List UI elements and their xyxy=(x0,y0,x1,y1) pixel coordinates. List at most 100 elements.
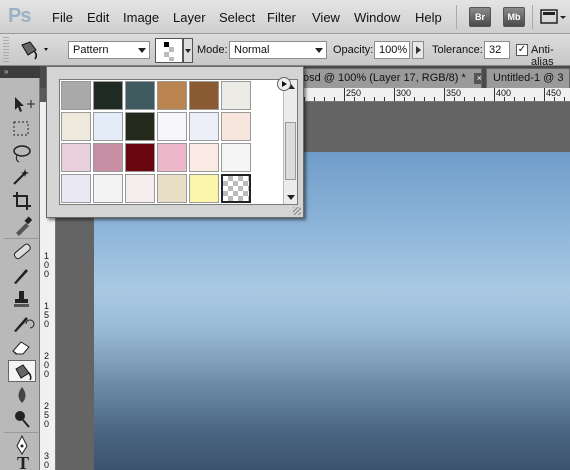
crop-tool-icon[interactable] xyxy=(8,190,36,212)
ruler-tick xyxy=(314,97,315,101)
ruler-tick xyxy=(324,97,325,101)
dark-green-rock-pattern[interactable] xyxy=(93,81,123,110)
beige-canvas-pattern[interactable] xyxy=(61,112,91,141)
healing-brush-tool-icon[interactable] xyxy=(8,240,36,262)
tolerance-label: Tolerance: xyxy=(432,44,483,56)
view-extras-icon[interactable] xyxy=(540,8,566,26)
pale-yellow-pattern[interactable] xyxy=(189,174,219,203)
menu-image[interactable]: Image xyxy=(123,10,159,25)
menu-select[interactable]: Select xyxy=(219,10,255,25)
blush-white-pattern[interactable] xyxy=(125,174,155,203)
gray-pinstripe-pattern[interactable] xyxy=(61,81,91,110)
dodge-tool-icon[interactable] xyxy=(8,408,36,430)
toolbox-collapse-icon[interactable]: » xyxy=(0,66,40,78)
checker-pattern-icon xyxy=(164,42,174,61)
ruler-tick xyxy=(564,97,565,101)
menu-edit[interactable]: Edit xyxy=(87,10,109,25)
pattern-swatch[interactable] xyxy=(155,38,183,63)
quick-selection-tool-icon[interactable] xyxy=(8,166,36,188)
toolbox-separator xyxy=(4,238,38,239)
opacity-input[interactable]: 100% xyxy=(374,41,410,59)
ruler-tick xyxy=(514,97,515,101)
ruler-label: 350 xyxy=(446,88,462,98)
blur-tool-icon[interactable] xyxy=(8,384,36,406)
picker-menu-button[interactable] xyxy=(277,77,291,91)
slate-texture-pattern[interactable] xyxy=(125,81,155,110)
brush-tool-icon[interactable] xyxy=(8,264,36,286)
white-crumpled-paper-pattern[interactable] xyxy=(221,81,251,110)
mode-value: Normal xyxy=(234,44,270,56)
ruler-label: 1 5 0 xyxy=(44,301,50,329)
paint-bucket-tool-icon[interactable] xyxy=(8,360,36,382)
pattern-scrollbar[interactable] xyxy=(283,80,297,204)
launch-mini-bridge-button[interactable]: Mb xyxy=(503,7,525,27)
opacity-slider-button[interactable] xyxy=(412,41,424,59)
type-tool-icon[interactable]: T xyxy=(8,450,36,470)
ruler-tick xyxy=(524,97,525,101)
rose-stripe-pattern[interactable] xyxy=(157,143,187,172)
cream-paper-pattern[interactable] xyxy=(189,143,219,172)
mode-select[interactable]: Normal xyxy=(229,41,327,59)
ruler-tick xyxy=(424,97,425,101)
checker-transparent-pattern[interactable] xyxy=(221,174,251,203)
menu-separator xyxy=(456,5,457,29)
ruler-tick xyxy=(384,97,385,101)
menu-view[interactable]: View xyxy=(312,10,340,25)
tan-leather-pattern[interactable] xyxy=(157,81,187,110)
dark-olive-pattern[interactable] xyxy=(125,112,155,141)
menu-file[interactable]: File xyxy=(52,10,73,25)
ruler-label: 2 5 0 xyxy=(44,401,50,429)
white-pattern[interactable] xyxy=(221,143,251,172)
pale-lavender-pattern[interactable] xyxy=(189,112,219,141)
light-blue-paper-pattern[interactable] xyxy=(93,112,123,141)
fill-source-select[interactable]: Pattern xyxy=(68,41,150,59)
tool-preset-picker[interactable] xyxy=(14,39,54,61)
tab-document-untitled[interactable]: Untitled-1 @ 3 xyxy=(486,68,570,88)
pink-paper-pattern[interactable] xyxy=(61,143,91,172)
ruler-tick xyxy=(554,97,555,101)
menu-filter[interactable]: Filter xyxy=(267,10,296,25)
snow-white-pattern[interactable] xyxy=(93,174,123,203)
ruler-label: 1 0 0 xyxy=(44,251,50,279)
move-tool-icon[interactable] xyxy=(8,94,36,116)
peach-paper-pattern[interactable] xyxy=(221,112,251,141)
scroll-down-icon[interactable] xyxy=(287,195,295,200)
pattern-grid xyxy=(59,79,298,205)
antialias-checkbox[interactable]: ✓ xyxy=(516,44,528,56)
scroll-thumb[interactable] xyxy=(285,122,296,180)
lilac-paper-pattern[interactable] xyxy=(61,174,91,203)
fill-source-value: Pattern xyxy=(73,44,109,56)
history-brush-tool-icon[interactable] xyxy=(8,312,36,334)
white-fibers-pattern[interactable] xyxy=(157,112,187,141)
resize-grip-icon[interactable] xyxy=(293,207,301,215)
pattern-picker-popup xyxy=(46,66,304,218)
menu-layer[interactable]: Layer xyxy=(173,10,206,25)
tab-document-active[interactable]: osd @ 100% (Layer 17, RGB/8) * × xyxy=(296,68,482,88)
ruler-label: 250 xyxy=(346,88,362,98)
options-bar-gripper[interactable] xyxy=(3,37,9,63)
lasso-tool-icon[interactable] xyxy=(8,142,36,164)
parchment-pattern[interactable] xyxy=(157,174,187,203)
svg-text:T: T xyxy=(17,453,29,470)
eraser-tool-icon[interactable] xyxy=(8,336,36,358)
dark-red-pattern[interactable] xyxy=(125,143,155,172)
menu-help[interactable]: Help xyxy=(415,10,442,25)
ruler-label: 300 xyxy=(396,88,412,98)
clone-stamp-tool-icon[interactable] xyxy=(8,288,36,310)
ruler-tick xyxy=(504,97,505,101)
menu-separator xyxy=(532,5,533,29)
ruler-tick xyxy=(444,88,445,101)
tab-title: Untitled-1 @ 3 xyxy=(493,72,564,84)
marquee-tool-icon[interactable] xyxy=(8,118,36,140)
menu-window[interactable]: Window xyxy=(354,10,400,25)
eyedropper-tool-icon[interactable] xyxy=(8,214,36,236)
brown-wood-pattern[interactable] xyxy=(189,81,219,110)
mauve-fabric-pattern[interactable] xyxy=(93,143,123,172)
ruler-tick xyxy=(304,97,305,101)
launch-bridge-button[interactable]: Br xyxy=(469,7,491,27)
ruler-tick xyxy=(354,97,355,101)
close-icon[interactable]: × xyxy=(473,72,481,84)
tolerance-input[interactable]: 32 xyxy=(484,41,510,59)
pattern-dropdown-button[interactable] xyxy=(183,38,193,63)
opacity-label: Opacity: xyxy=(333,44,374,56)
